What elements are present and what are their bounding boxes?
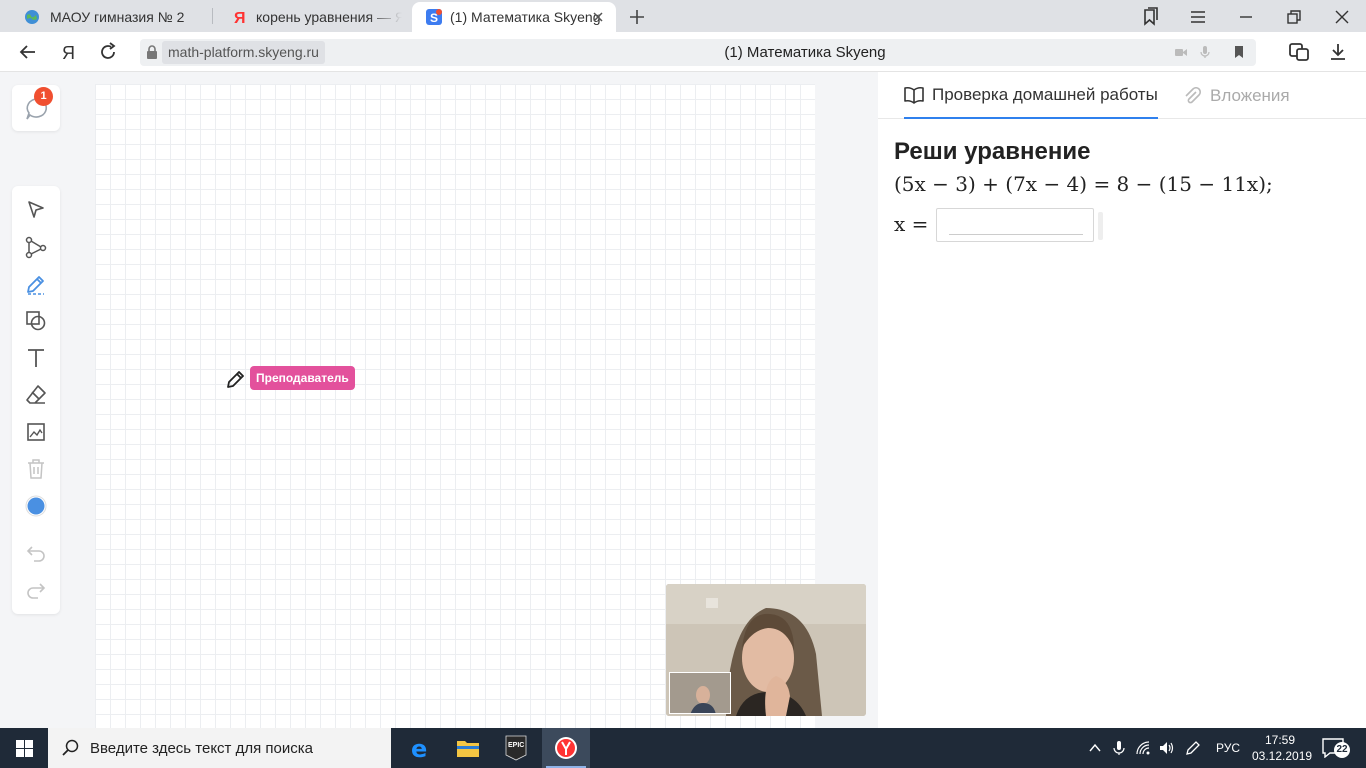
image-icon[interactable] bbox=[24, 420, 48, 444]
clock-date: 03.12.2019 bbox=[1252, 749, 1313, 763]
book-icon bbox=[904, 86, 924, 104]
video-call-window[interactable] bbox=[666, 584, 866, 716]
menu-icon[interactable] bbox=[1187, 6, 1209, 28]
answer-input[interactable] bbox=[936, 208, 1094, 242]
paperclip-icon bbox=[1185, 86, 1202, 103]
app-area: 1 Преподаватель Проверка домашней работы… bbox=[0, 72, 1366, 728]
trash-icon[interactable] bbox=[24, 457, 48, 481]
tab-skyeng[interactable]: S (1) Математика Skyeng bbox=[412, 2, 616, 32]
self-video-image bbox=[670, 673, 730, 713]
close-window-icon[interactable] bbox=[1331, 6, 1353, 28]
notification-count: 22 bbox=[1334, 742, 1350, 758]
pen-tray-icon[interactable] bbox=[1185, 740, 1201, 756]
task-panel: Проверка домашней работы Вложения Реши у… bbox=[878, 72, 1366, 728]
taskbar-yandex-browser[interactable] bbox=[542, 728, 590, 768]
tab-homework-check-label: Проверка домашней работы bbox=[932, 84, 1158, 104]
select-icon[interactable] bbox=[24, 198, 48, 222]
collections-icon[interactable] bbox=[1139, 6, 1161, 28]
pencil-icon bbox=[227, 371, 244, 388]
network-icon[interactable] bbox=[1135, 740, 1151, 756]
yandex-browser-icon bbox=[555, 737, 577, 759]
chat-button[interactable]: 1 bbox=[12, 85, 60, 131]
search-icon bbox=[62, 739, 79, 756]
pen-icon[interactable] bbox=[24, 272, 48, 296]
panel-tabs: Проверка домашней работы Вложения bbox=[878, 72, 1366, 119]
taskbar-search-input[interactable] bbox=[90, 739, 370, 757]
url-host: math-platform.skyeng.ru bbox=[162, 41, 325, 64]
globe-icon bbox=[25, 10, 39, 24]
taskbar-explorer[interactable] bbox=[444, 728, 492, 768]
skyeng-icon: S bbox=[426, 9, 442, 25]
microphone-icon[interactable] bbox=[1198, 45, 1212, 59]
lock-icon bbox=[147, 45, 157, 59]
answer-handle bbox=[1098, 212, 1103, 240]
svg-text:Я: Я bbox=[62, 43, 75, 62]
epic-games-icon: EPIC bbox=[505, 735, 527, 761]
variable-label: x = bbox=[894, 212, 929, 236]
tab-attachments[interactable]: Вложения bbox=[1184, 72, 1290, 119]
page-title: (1) Математика Skyeng bbox=[724, 44, 886, 61]
taskbar-epic-games[interactable]: EPIC bbox=[492, 728, 540, 768]
task-title: Реши уравнение bbox=[894, 138, 1091, 165]
self-video-preview bbox=[669, 672, 731, 714]
language-indicator[interactable]: РУС bbox=[1216, 728, 1240, 768]
yandex-logo-icon[interactable]: Я bbox=[58, 42, 78, 62]
url-field[interactable]: math-platform.skyeng.ru (1) Математика S… bbox=[140, 39, 1256, 66]
undo-icon[interactable] bbox=[24, 541, 48, 565]
eraser-icon[interactable] bbox=[24, 383, 48, 407]
drawing-toolbar bbox=[12, 186, 60, 614]
minimize-icon[interactable] bbox=[1235, 6, 1257, 28]
restore-icon[interactable] bbox=[1283, 6, 1305, 28]
tab-title: (1) Математика Skyeng bbox=[450, 9, 601, 25]
close-icon[interactable] bbox=[590, 9, 606, 25]
clock[interactable]: 17:59 03.12.2019 bbox=[1252, 732, 1313, 764]
camera-icon[interactable] bbox=[1174, 45, 1188, 59]
shapes-icon[interactable] bbox=[24, 309, 48, 333]
tab-title: МАОУ гимназия № 2 bbox=[50, 9, 185, 25]
windows-start-icon[interactable] bbox=[16, 740, 33, 757]
taskbar-edge[interactable]: e bbox=[396, 728, 444, 768]
extensions-icon[interactable] bbox=[1288, 41, 1310, 63]
text-icon[interactable] bbox=[24, 346, 48, 370]
tab-title: корень уравнения — Яндекс bbox=[256, 9, 402, 25]
tab-attachments-label: Вложения bbox=[1210, 85, 1290, 105]
bookmark-icon[interactable] bbox=[1232, 45, 1246, 59]
svg-text:EPIC: EPIC bbox=[508, 742, 524, 749]
tab-homework-check[interactable]: Проверка домашней работы bbox=[904, 72, 1158, 119]
svg-text:e: e bbox=[411, 736, 427, 760]
volume-icon[interactable] bbox=[1159, 740, 1175, 756]
microphone-tray-icon[interactable] bbox=[1111, 740, 1127, 756]
address-bar: Я math-platform.skyeng.ru (1) Математика… bbox=[0, 32, 1366, 72]
tab-gymnasium[interactable]: МАОУ гимназия № 2 bbox=[0, 2, 212, 32]
chevron-up-icon[interactable] bbox=[1087, 740, 1103, 756]
back-arrow-icon[interactable] bbox=[18, 42, 38, 62]
windows-taskbar: e EPIC РУС 17:59 03.12.2019 22 bbox=[0, 728, 1366, 768]
clock-time: 17:59 bbox=[1264, 733, 1296, 747]
teacher-cursor-label: Преподаватель bbox=[250, 366, 355, 390]
taskbar-search[interactable] bbox=[48, 728, 391, 768]
reload-icon[interactable] bbox=[98, 42, 118, 62]
notification-center[interactable]: 22 bbox=[1322, 738, 1350, 760]
download-icon[interactable] bbox=[1328, 42, 1348, 62]
new-tab-icon[interactable] bbox=[626, 6, 648, 28]
browser-tab-strip: МАОУ гимназия № 2 Я корень уравнения — Я… bbox=[0, 0, 1366, 32]
line-icon[interactable] bbox=[24, 235, 48, 259]
chat-unread-badge: 1 bbox=[34, 87, 53, 106]
folder-icon bbox=[457, 741, 479, 757]
answer-underline bbox=[949, 234, 1083, 235]
equation: (5x − 3) + (7x − 4) = 8 − (15 − 11x); bbox=[894, 172, 1273, 196]
edge-icon: e bbox=[411, 736, 427, 760]
color-icon[interactable] bbox=[24, 494, 48, 518]
redo-icon[interactable] bbox=[24, 578, 48, 602]
tab-yandex-search[interactable]: Я корень уравнения — Яндекс bbox=[206, 2, 412, 32]
